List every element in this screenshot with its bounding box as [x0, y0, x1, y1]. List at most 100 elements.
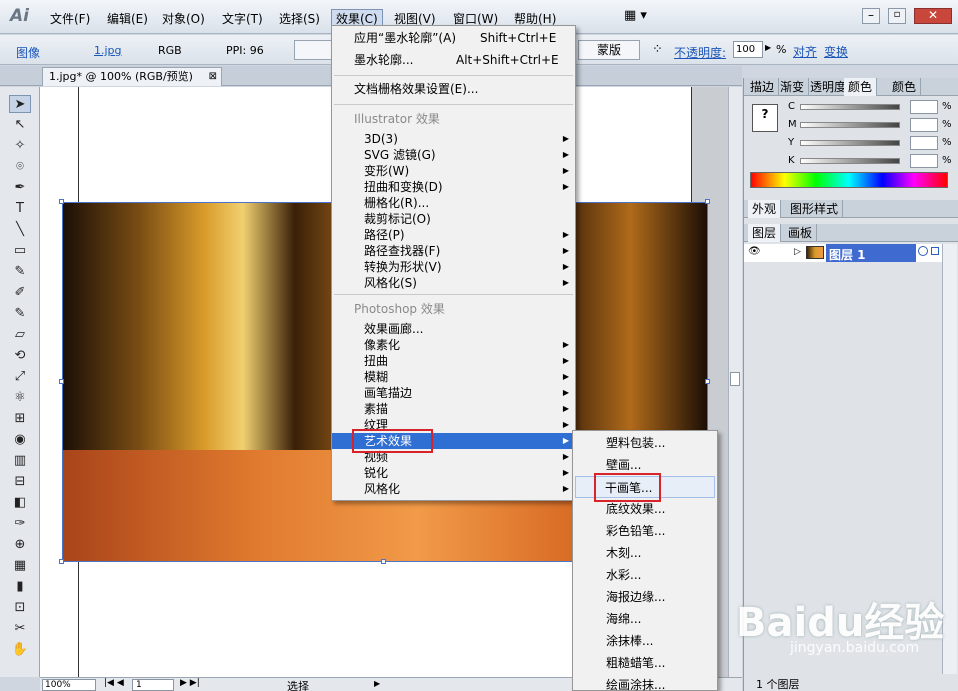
menu-0[interactable]: 文件(F)	[46, 10, 94, 28]
tool-13-icon[interactable]: ⤢	[9, 368, 31, 386]
artistic-item-7[interactable]: 海报边缘...	[573, 586, 717, 608]
artistic-item-6[interactable]: 水彩...	[573, 564, 717, 586]
tool-17-icon[interactable]: ▥	[9, 452, 31, 470]
tool-8-icon[interactable]: ✎	[9, 263, 31, 281]
fill-stroke-icon[interactable]: ?	[752, 104, 778, 132]
effect-top-item-0[interactable]: 应用“墨水轮廓”(A) Shift+Ctrl+E	[332, 30, 575, 46]
page-nav-first-icon[interactable]: |◀ ◀	[104, 678, 124, 688]
page-nav-last-icon[interactable]: ▶ ▶|	[180, 678, 200, 688]
color-panel-tab-1[interactable]: 渐变	[776, 78, 810, 96]
tool-12-icon[interactable]: ⟲	[9, 347, 31, 365]
channel-slider[interactable]	[800, 122, 900, 128]
channel-slider[interactable]	[800, 158, 900, 164]
artistic-item-11[interactable]: 绘画涂抹...	[573, 674, 717, 691]
tool-15-icon[interactable]: ⊞	[9, 410, 31, 428]
tool-21-icon[interactable]: ⊕	[9, 536, 31, 554]
visibility-eye-icon[interactable]: 👁	[748, 246, 761, 257]
target-circle-icon[interactable]	[918, 246, 928, 256]
illustrator-item-3[interactable]: 扭曲和变换(D) ▶	[332, 179, 575, 195]
status-menu-arrow-icon[interactable]: ▶	[374, 679, 380, 688]
artistic-item-0[interactable]: 塑料包装...	[573, 432, 717, 454]
illustrator-item-4[interactable]: 栅格化(R)...	[332, 195, 575, 211]
channel-input[interactable]	[910, 154, 938, 168]
tool-7-icon[interactable]: ▭	[9, 242, 31, 260]
opacity-input[interactable]: 100	[733, 41, 763, 58]
expand-triangle-icon[interactable]: ▷	[794, 247, 801, 257]
tool-4-icon[interactable]: ✒	[9, 179, 31, 197]
artistic-item-9[interactable]: 涂抹棒...	[573, 630, 717, 652]
illustrator-item-5[interactable]: 裁剪标记(O)	[332, 211, 575, 227]
selection-handle[interactable]	[705, 199, 710, 204]
color-panel-tab-4[interactable]: 颜色	[888, 78, 922, 96]
artistic-item-10[interactable]: 粗糙蜡笔...	[573, 652, 717, 674]
selection-handle[interactable]	[59, 199, 64, 204]
tool-25-icon[interactable]: ✂	[9, 620, 31, 638]
align-link[interactable]: 对齐	[793, 43, 817, 60]
color-panel-tab-0[interactable]: 描边	[746, 78, 780, 96]
tool-23-icon[interactable]: ▮	[9, 578, 31, 596]
tool-11-icon[interactable]: ▱	[9, 326, 31, 344]
menu-2[interactable]: 对象(O)	[158, 10, 209, 28]
tool-16-icon[interactable]: ◉	[9, 431, 31, 449]
menu-1[interactable]: 编辑(E)	[103, 10, 152, 28]
tool-6-icon[interactable]: ╲	[9, 221, 31, 239]
photoshop-item-10[interactable]: 风格化 ▶	[332, 481, 575, 497]
photoshop-item-3[interactable]: 模糊 ▶	[332, 369, 575, 385]
artistic-item-5[interactable]: 木刻...	[573, 542, 717, 564]
file-link[interactable]: 1.jpg	[94, 44, 122, 57]
illustrator-item-1[interactable]: SVG 滤镜(G) ▶	[332, 147, 575, 163]
selection-handle[interactable]	[59, 379, 64, 384]
menu-3[interactable]: 文字(T)	[218, 10, 267, 28]
transform-link[interactable]: 变换	[824, 43, 848, 60]
channel-slider[interactable]	[800, 140, 900, 146]
artistic-item-4[interactable]: 彩色铅笔...	[573, 520, 717, 542]
tool-5-icon[interactable]: T	[9, 200, 31, 218]
tool-0-icon[interactable]: ➤	[9, 95, 31, 113]
channel-input[interactable]	[910, 136, 938, 150]
raster-settings-item[interactable]: 文档栅格效果设置(E)...	[332, 81, 575, 97]
photoshop-item-9[interactable]: 锐化 ▶	[332, 465, 575, 481]
illustrator-item-6[interactable]: 路径(P) ▶	[332, 227, 575, 243]
opacity-label[interactable]: 不透明度:	[674, 44, 726, 61]
tool-10-icon[interactable]: ✎	[9, 305, 31, 323]
layers-tab-0[interactable]: 图层	[748, 224, 782, 242]
page-field[interactable]: 1	[132, 679, 174, 691]
illustrator-item-7[interactable]: 路径查找器(F) ▶	[332, 243, 575, 259]
color-spectrum[interactable]	[750, 172, 948, 188]
tool-19-icon[interactable]: ◧	[9, 494, 31, 512]
document-tab[interactable]: 1.jpg* @ 100% (RGB/预览) ⊠	[42, 67, 222, 86]
photoshop-item-0[interactable]: 效果画廊...	[332, 321, 575, 337]
tool-20-icon[interactable]: ✑	[9, 515, 31, 533]
illustrator-item-8[interactable]: 转换为形状(V) ▶	[332, 259, 575, 275]
transform-grid-icon[interactable]: ⁘	[652, 42, 663, 57]
effect-top-item-1[interactable]: 墨水轮廓... Alt+Shift+Ctrl+E	[332, 52, 575, 68]
photoshop-item-1[interactable]: 像素化 ▶	[332, 337, 575, 353]
channel-input[interactable]	[910, 118, 938, 132]
tool-26-icon[interactable]: ✋	[9, 641, 31, 659]
window-close-button[interactable]: ✕	[914, 8, 952, 24]
selection-handle[interactable]	[59, 559, 64, 564]
menu-4[interactable]: 选择(S)	[275, 10, 324, 28]
channel-slider[interactable]	[800, 104, 900, 110]
artistic-item-8[interactable]: 海绵...	[573, 608, 717, 630]
tool-9-icon[interactable]: ✐	[9, 284, 31, 302]
color-panel-tab-3[interactable]: 颜色	[844, 78, 878, 96]
scroll-thumb[interactable]	[730, 372, 740, 386]
photoshop-item-2[interactable]: 扭曲 ▶	[332, 353, 575, 369]
selection-handle[interactable]	[705, 379, 710, 384]
workspace-switcher-icon[interactable]: ▦ ▾	[624, 8, 656, 24]
illustrator-item-9[interactable]: 风格化(S) ▶	[332, 275, 575, 291]
selection-handle[interactable]	[381, 559, 386, 564]
channel-input[interactable]	[910, 100, 938, 114]
window-restore-button[interactable]: ▫	[888, 8, 906, 24]
tool-14-icon[interactable]: ⚛	[9, 389, 31, 407]
appearance-tab-0[interactable]: 外观	[748, 200, 782, 218]
tool-22-icon[interactable]: ▦	[9, 557, 31, 575]
photoshop-item-5[interactable]: 素描 ▶	[332, 401, 575, 417]
window-minimize-button[interactable]: –	[862, 8, 880, 24]
illustrator-item-0[interactable]: 3D(3) ▶	[332, 131, 575, 147]
layers-tab-1[interactable]: 画板	[784, 224, 818, 242]
opacity-arrow-icon[interactable]: ▶	[765, 43, 771, 52]
zoom-field[interactable]: 100%	[42, 679, 96, 691]
photoshop-item-4[interactable]: 画笔描边 ▶	[332, 385, 575, 401]
